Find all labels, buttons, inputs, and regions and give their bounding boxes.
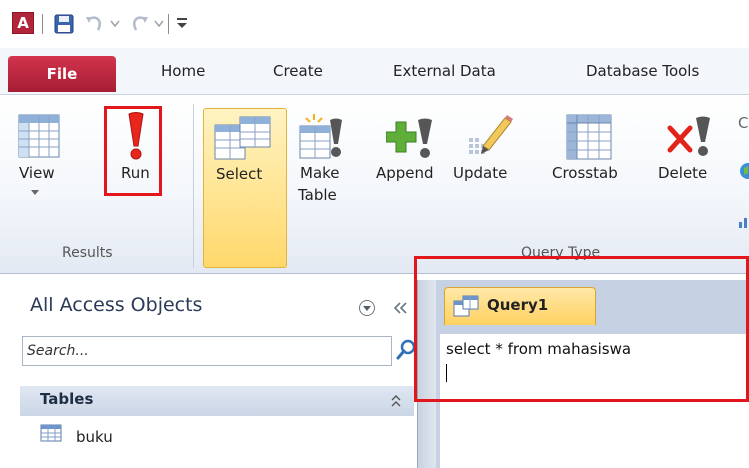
- toolbar-separator: [42, 14, 43, 34]
- make-table-icon: [299, 114, 342, 159]
- update-button[interactable]: Update: [453, 108, 527, 268]
- query-highlight-box: [414, 256, 749, 402]
- crosstab-label: Crosstab: [552, 164, 618, 182]
- select-button[interactable]: Select: [203, 108, 287, 268]
- tab-external-data[interactable]: External Data: [393, 62, 496, 80]
- delete-icon: [667, 116, 710, 156]
- chevron-down-icon[interactable]: [154, 20, 164, 28]
- crosstab-button[interactable]: Crosstab: [550, 108, 630, 268]
- nav-menu-dropdown-icon[interactable]: [358, 299, 376, 317]
- select-label: Select: [216, 165, 263, 183]
- quick-access-toolbar: A: [0, 0, 749, 48]
- save-icon[interactable]: [54, 14, 74, 34]
- chart-icon[interactable]: [738, 216, 749, 228]
- update-icon: [469, 115, 513, 154]
- tab-home[interactable]: Home: [161, 62, 205, 80]
- access-logo-icon[interactable]: A: [12, 12, 34, 34]
- undo-icon[interactable]: [84, 13, 106, 35]
- update-label: Update: [453, 164, 508, 182]
- tab-file[interactable]: File: [8, 56, 116, 92]
- more-commands-letter: C: [738, 114, 749, 132]
- view-button[interactable]: View: [14, 108, 86, 268]
- collapse-pane-icon[interactable]: [394, 302, 408, 314]
- group-separator: [193, 104, 194, 268]
- search-input[interactable]: Search...: [22, 336, 392, 366]
- tables-section-header[interactable]: Tables: [20, 386, 414, 416]
- append-icon: [386, 118, 432, 158]
- run-highlight-box: [104, 106, 162, 196]
- table-name: buku: [76, 428, 113, 446]
- redo-icon[interactable]: [128, 13, 150, 35]
- delete-button[interactable]: Delete: [656, 108, 726, 268]
- make-table-button[interactable]: Make Table: [296, 108, 350, 268]
- toolbar-separator: [168, 14, 169, 34]
- make-table-label-2: Table: [298, 186, 337, 204]
- view-label: View: [19, 164, 55, 182]
- tab-database-tools[interactable]: Database Tools: [586, 62, 699, 80]
- tab-create[interactable]: Create: [273, 62, 323, 80]
- make-table-label-1: Make: [300, 164, 340, 182]
- append-button[interactable]: Append: [374, 108, 446, 268]
- nav-pane-title: All Access Objects: [30, 294, 203, 316]
- chevron-down-icon: [31, 190, 39, 195]
- select-query-icon: [214, 116, 271, 160]
- results-group-label: Results: [62, 245, 113, 261]
- delete-label: Delete: [658, 164, 708, 182]
- customize-toolbar-icon[interactable]: [176, 16, 188, 30]
- append-label: Append: [376, 164, 434, 182]
- chevron-up-icon[interactable]: [390, 394, 402, 408]
- table-icon: [40, 424, 62, 442]
- globe-icon[interactable]: [738, 163, 749, 179]
- chevron-down-icon[interactable]: [110, 20, 120, 28]
- list-item[interactable]: buku: [20, 420, 414, 454]
- search-icon[interactable]: [396, 339, 416, 361]
- crosstab-icon: [566, 114, 612, 160]
- datasheet-view-icon: [18, 114, 60, 158]
